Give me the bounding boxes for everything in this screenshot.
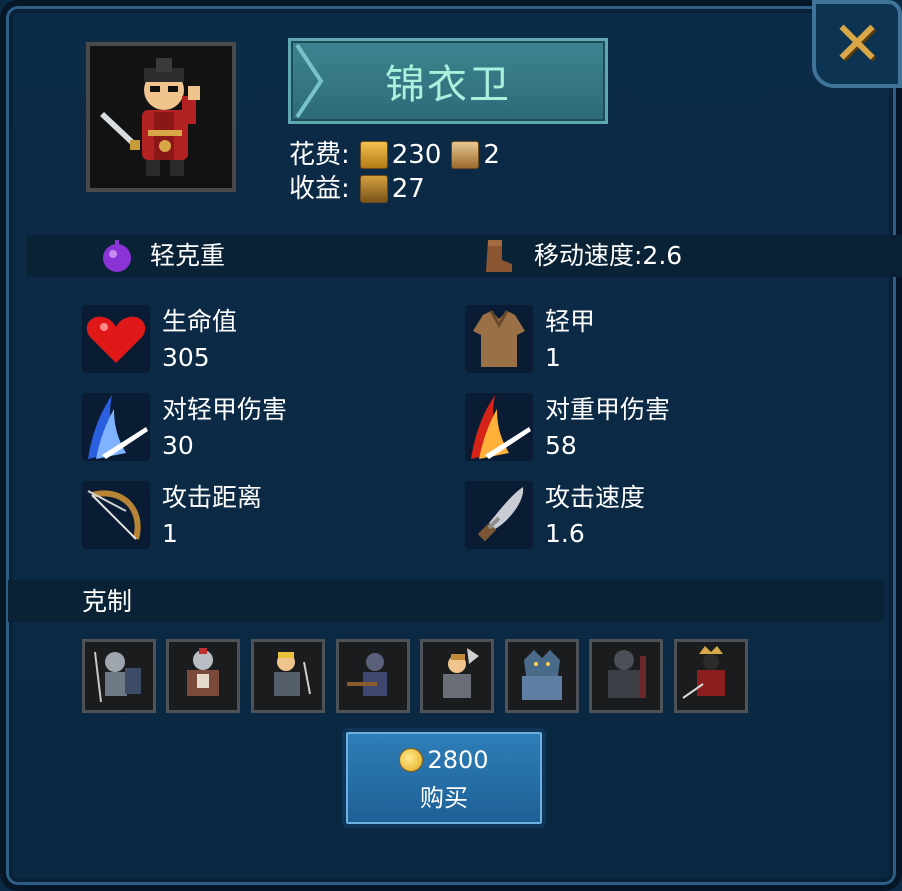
stat-label: 生命值 xyxy=(162,307,238,336)
cost-row: 花费: 230 2 xyxy=(289,138,500,172)
stat-value: 30 xyxy=(162,431,194,460)
enemy-unit-crossbowman[interactable] xyxy=(336,639,410,713)
income-label: 收益: xyxy=(289,174,350,204)
stat-attack-speed: 攻击速度 1.6 xyxy=(465,481,765,551)
income-row: 收益: 27 xyxy=(289,172,500,206)
stat-value: 58 xyxy=(545,431,577,460)
stat-label: 对重甲伤害 xyxy=(545,395,671,424)
cost-gold-value: 230 xyxy=(391,140,442,170)
unit-name: 锦衣卫 xyxy=(385,62,511,108)
stat-label: 轻甲 xyxy=(545,307,596,336)
gold-coin-icon xyxy=(399,748,424,772)
unit-name-banner: 锦衣卫 xyxy=(288,38,608,124)
stat-value: 1 xyxy=(545,343,561,372)
enemy-unit-axeman[interactable] xyxy=(420,639,494,713)
gold-icon xyxy=(359,141,388,169)
cost-label: 花费: xyxy=(289,140,350,170)
enemy-unit-samurai[interactable] xyxy=(674,639,748,713)
guard-sprite-icon xyxy=(90,46,232,188)
stat-attack-range: 攻击距离 1 xyxy=(82,481,382,551)
income-value: 27 xyxy=(391,174,425,204)
blue-slash-icon xyxy=(82,393,150,461)
class-label: 轻克重 xyxy=(150,241,226,270)
enemy-unit-werewolf[interactable] xyxy=(505,639,579,713)
income-icon xyxy=(359,175,388,203)
light-armor-icon xyxy=(465,305,533,373)
stat-light-damage: 对轻甲伤害 30 xyxy=(82,393,382,463)
enemy-unit-heavy-knight[interactable] xyxy=(166,639,240,713)
unit-portrait xyxy=(86,42,236,192)
stat-value: 1.6 xyxy=(545,519,585,548)
cost-population-value: 2 xyxy=(483,140,500,170)
enemy-unit-spearman[interactable] xyxy=(82,639,156,713)
buy-price: 2800 xyxy=(346,746,542,774)
bow-icon xyxy=(82,481,150,549)
stat-health: 生命值 305 xyxy=(82,305,382,375)
stat-value: 1 xyxy=(162,519,178,548)
population-icon xyxy=(451,141,480,169)
buy-price-value: 2800 xyxy=(427,746,489,774)
close-button[interactable]: ✕ xyxy=(812,0,902,88)
stat-label: 对轻甲伤害 xyxy=(162,395,288,424)
cost-info: 花费: 230 2 收益: 27 xyxy=(289,138,500,206)
stat-label: 攻击距离 xyxy=(162,483,263,512)
boot-icon xyxy=(486,240,512,272)
enemy-unit-swordsman[interactable] xyxy=(251,639,325,713)
purple-orb-icon xyxy=(103,240,131,272)
close-icon: ✕ xyxy=(831,9,883,79)
stat-heavy-damage: 对重甲伤害 58 xyxy=(465,393,765,463)
red-slash-icon xyxy=(465,393,533,461)
buy-label: 购买 xyxy=(420,784,468,812)
move-speed-label: 移动速度:2.6 xyxy=(534,241,683,270)
buy-button[interactable]: 2800 购买 xyxy=(342,728,546,828)
dagger-icon xyxy=(465,481,533,549)
enemy-unit-dark-knight[interactable] xyxy=(589,639,663,713)
stat-label: 攻击速度 xyxy=(545,483,646,512)
stat-armor: 轻甲 1 xyxy=(465,305,765,375)
counter-title: 克制 xyxy=(82,587,133,616)
stat-value: 305 xyxy=(162,343,210,372)
counter-header xyxy=(8,580,884,622)
heart-icon xyxy=(82,305,150,373)
chevron-right-icon xyxy=(295,43,324,119)
